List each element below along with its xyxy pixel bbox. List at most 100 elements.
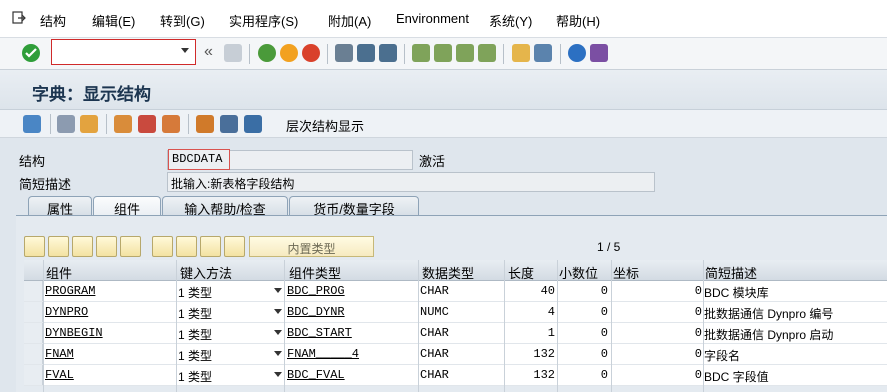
component-type-link[interactable]: BDC_DYNR (287, 305, 345, 319)
back-icon[interactable] (258, 44, 276, 62)
help-icon[interactable] (568, 44, 586, 62)
new-session-icon[interactable] (512, 44, 530, 62)
menu-extras[interactable]: 附加(A) (328, 11, 371, 30)
component-type-link[interactable]: BDC_PROG (287, 284, 345, 298)
exit-menu-icon[interactable] (12, 11, 26, 25)
decimals-cell: 0 (600, 326, 608, 340)
header-typing-method[interactable]: 键入方法 (180, 263, 232, 282)
tab-components[interactable]: 组件 (93, 196, 161, 217)
header-length[interactable]: 长度 (508, 263, 534, 282)
tab-input-help-check[interactable]: 输入帮助/检查 (162, 196, 288, 217)
find-icon[interactable] (357, 44, 375, 62)
sort-down-icon[interactable] (152, 236, 173, 257)
short-description-cell: BDC 字段值 (704, 370, 769, 384)
typing-method-dropdown-icon[interactable] (274, 330, 282, 335)
typing-method-select[interactable]: 1 类型 (178, 284, 212, 301)
shortcut-icon[interactable] (534, 44, 552, 62)
enter-check-icon[interactable] (22, 44, 40, 62)
insert-row-icon[interactable] (96, 236, 117, 257)
print-icon[interactable] (335, 44, 353, 62)
component-type-link[interactable]: FNAM_____4 (287, 347, 359, 361)
first-page-icon[interactable] (412, 44, 430, 62)
length-cell: 132 (533, 347, 555, 361)
header-decimals[interactable]: 小数位 (559, 263, 598, 282)
sort-up-icon[interactable] (224, 236, 245, 257)
header-component[interactable]: 组件 (46, 263, 72, 282)
component-name-link[interactable]: PROGRAM (45, 284, 95, 298)
where-used-icon[interactable] (162, 115, 180, 133)
row-selector[interactable] (24, 323, 43, 343)
structure-label: 结构 (19, 154, 46, 169)
short-description-label: 简短描述 (19, 177, 72, 192)
cut-row-icon[interactable] (24, 236, 45, 257)
table-row[interactable]: PROGRAM 1 类型 BDC_PROG CHAR 40 0 0 BDC 模块库 (24, 281, 887, 302)
deselect-all-icon[interactable] (200, 236, 221, 257)
table-row[interactable]: DYNBEGIN 1 类型 BDC_START CHAR 1 0 0 批数据通信 Dynpro… (24, 323, 887, 344)
activate-icon[interactable] (138, 115, 156, 133)
info-icon[interactable] (244, 115, 262, 133)
component-type-link[interactable]: BDC_START (287, 326, 352, 340)
paste-row-icon[interactable] (72, 236, 93, 257)
previous-page-icon[interactable] (434, 44, 452, 62)
command-dropdown-arrow[interactable] (181, 48, 189, 53)
header-data-type[interactable]: 数据类型 (422, 263, 474, 282)
copy-row-icon[interactable] (48, 236, 69, 257)
row-selector[interactable] (24, 302, 43, 322)
short-description-field[interactable]: 批输入:新表格字段结构 (167, 172, 655, 192)
cancel-icon[interactable] (302, 44, 320, 62)
component-name-link[interactable]: DYNPRO (45, 305, 88, 319)
typing-method-select[interactable]: 1 类型 (178, 368, 212, 385)
hierarchy-icon[interactable] (196, 115, 214, 133)
delete-row-icon[interactable] (120, 236, 141, 257)
component-type-link[interactable]: BDC_FVAL (287, 368, 345, 382)
tab-currency-quantity[interactable]: 货币/数量字段 (289, 196, 419, 217)
menu-help[interactable]: 帮助(H) (556, 11, 600, 30)
check-icon[interactable] (114, 115, 132, 133)
display-change-icon[interactable] (57, 115, 75, 133)
header-component-type[interactable]: 组件类型 (289, 263, 341, 282)
table-row[interactable]: FNAM 1 类型 FNAM_____4 CHAR 132 0 0 字段名 (24, 344, 887, 365)
typing-method-dropdown-icon[interactable] (274, 372, 282, 377)
menu-goto[interactable]: 转到(G) (160, 11, 205, 30)
tab-attributes[interactable]: 属性 (28, 196, 92, 217)
command-field[interactable] (51, 39, 196, 65)
typing-method-dropdown-icon[interactable] (274, 351, 282, 356)
decimals-cell: 0 (600, 347, 608, 361)
component-name-link[interactable]: DYNBEGIN (45, 326, 103, 340)
data-type-cell: NUMC (420, 305, 449, 319)
row-selector[interactable] (24, 344, 43, 364)
menu-edit[interactable]: 编辑(E) (92, 11, 135, 30)
menu-utilities[interactable]: 实用程序(S) (229, 11, 298, 30)
layout-settings-icon[interactable] (590, 44, 608, 62)
header-short-description[interactable]: 简短描述 (705, 263, 757, 282)
menu-structure[interactable]: 结构 (40, 11, 66, 30)
row-selector[interactable] (24, 365, 43, 385)
menu-system[interactable]: 系统(Y) (489, 11, 532, 30)
last-page-icon[interactable] (478, 44, 496, 62)
menu-environment[interactable]: Environment (396, 11, 469, 26)
structure-value[interactable]: BDCDATA (168, 149, 230, 170)
save-icon[interactable] (224, 44, 242, 62)
back-arrow-icon[interactable] (23, 115, 41, 133)
typing-method-select[interactable]: 1 类型 (178, 347, 212, 364)
builtin-type-button[interactable]: 内置类型 (249, 236, 374, 257)
header-coordinate[interactable]: 坐标 (613, 263, 639, 282)
exit-icon[interactable] (280, 44, 298, 62)
typing-method-dropdown-icon[interactable] (274, 288, 282, 293)
component-name-link[interactable]: FVAL (45, 368, 74, 382)
table-row[interactable]: FVAL 1 类型 BDC_FVAL CHAR 132 0 0 BDC 字段值 (24, 365, 887, 386)
find-next-icon[interactable] (379, 44, 397, 62)
row-selector[interactable] (24, 281, 43, 301)
typing-method-select[interactable]: 1 类型 (178, 326, 212, 343)
typing-method-dropdown-icon[interactable] (274, 309, 282, 314)
next-page-icon[interactable] (456, 44, 474, 62)
hierarchy-display-label[interactable]: 层次结构显示 (286, 116, 364, 135)
component-name-link[interactable]: FNAM (45, 347, 74, 361)
typing-method-select[interactable]: 1 类型 (178, 305, 212, 322)
command-input[interactable] (54, 41, 174, 63)
select-all-icon[interactable] (176, 236, 197, 257)
table-row[interactable]: DYNPRO 1 类型 BDC_DYNR NUMC 4 0 0 批数据通信 Dynpro 编号 (24, 302, 887, 323)
other-object-icon[interactable] (80, 115, 98, 133)
back-arrows[interactable]: « (204, 43, 213, 61)
append-structure-icon[interactable] (220, 115, 238, 133)
